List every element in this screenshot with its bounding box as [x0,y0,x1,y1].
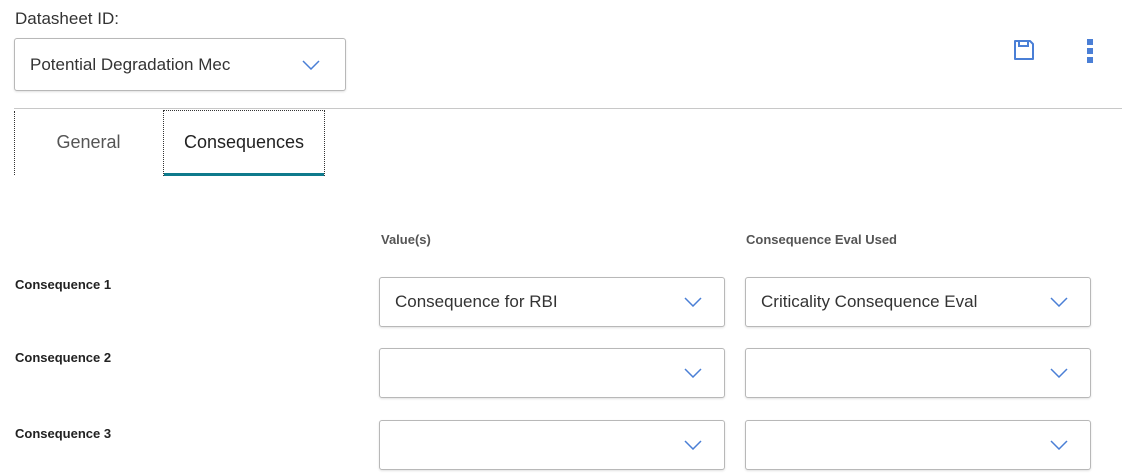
consequence-3-value-select[interactable] [379,420,725,470]
tab-consequences-label: Consequences [183,132,305,152]
consequence-1-eval-select[interactable]: Criticality Consequence Eval [745,277,1091,327]
consequence-3-eval-select[interactable] [745,420,1091,470]
header-divider [14,108,1122,109]
save-icon[interactable] [1012,38,1036,62]
consequence-3-label: Consequence 3 [15,426,112,441]
consequence-1-value: Consequence for RBI [395,292,558,311]
tab-consequences[interactable]: Consequences [163,110,325,176]
consequence-2-eval-select[interactable] [745,348,1091,398]
consequence-2-value-select[interactable] [379,348,725,398]
consequence-eval-column-header: Consequence Eval Used [746,232,897,247]
active-tab-indicator [164,173,324,176]
more-vertical-icon[interactable] [1082,38,1098,64]
datasheet-id-value: Potential Degradation Mec [30,54,231,74]
values-column-header: Value(s) [381,232,431,247]
datasheet-id-select[interactable]: Potential Degradation Mec [14,38,346,91]
tab-general-label: General [56,132,121,152]
datasheet-id-label: Datasheet ID: [15,9,119,28]
consequence-1-value-select[interactable]: Consequence for RBI [379,277,725,327]
chevron-down-icon [684,368,702,378]
chevron-down-icon [302,59,320,70]
chevron-down-icon [684,440,702,450]
chevron-down-icon [1050,440,1068,450]
chevron-down-icon [684,297,702,307]
tab-general[interactable]: General [14,111,162,175]
consequence-1-label: Consequence 1 [15,277,112,292]
consequence-2-label: Consequence 2 [15,350,112,365]
consequence-1-eval: Criticality Consequence Eval [761,292,978,311]
chevron-down-icon [1050,297,1068,307]
chevron-down-icon [1050,368,1068,378]
